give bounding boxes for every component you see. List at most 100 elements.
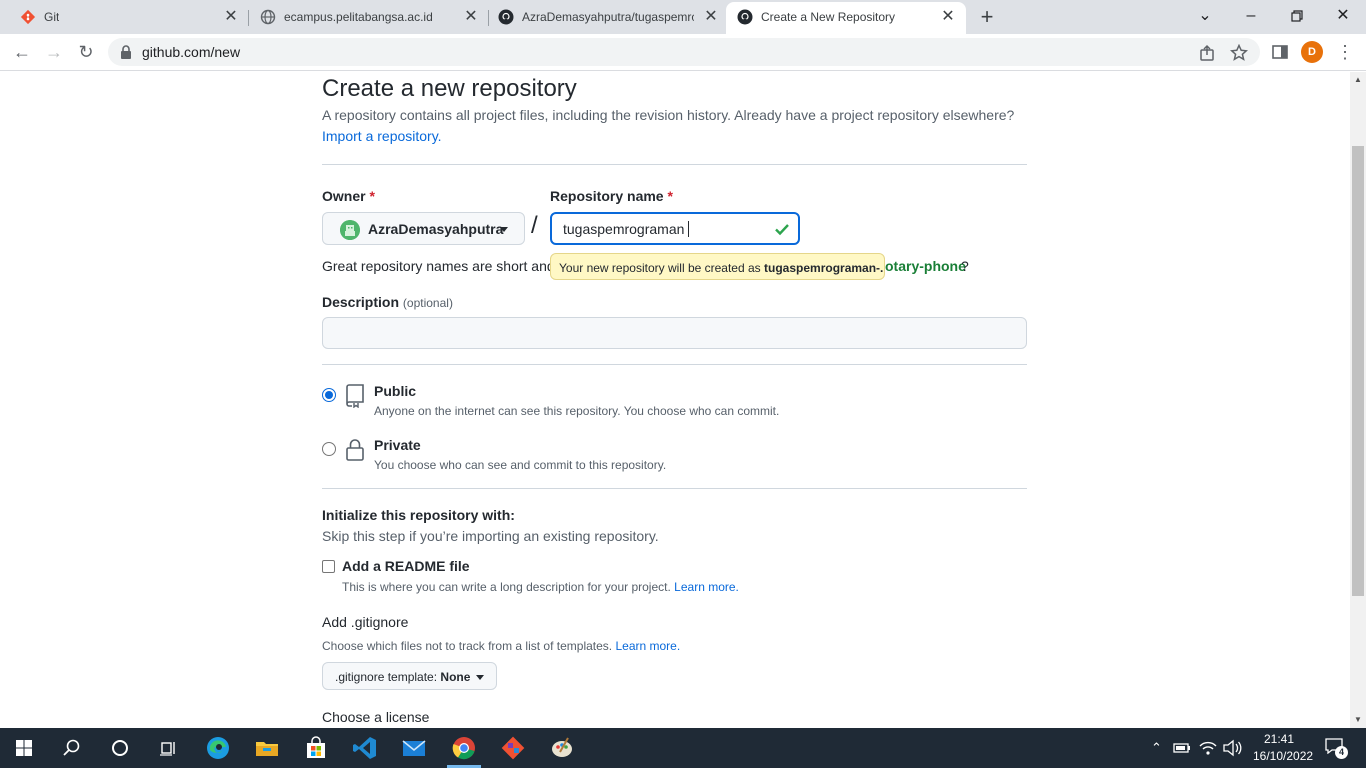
private-description: You choose who can see and commit to thi… xyxy=(374,458,667,472)
search-icon[interactable] xyxy=(58,734,86,762)
page-content: Create a new repository A repository con… xyxy=(0,72,1350,728)
import-repository-link[interactable]: Import a repository. xyxy=(322,128,442,144)
public-radio[interactable] xyxy=(322,388,336,402)
tab-new-repository[interactable]: Create a New Repository ✕ xyxy=(726,2,966,34)
caret-down-icon xyxy=(476,675,484,680)
side-panel-icon[interactable] xyxy=(1271,43,1289,61)
check-icon xyxy=(775,224,789,236)
tab-search-icon[interactable]: ⌄ xyxy=(1193,4,1217,28)
forward-button[interactable]: → xyxy=(42,40,66,64)
readme-label: Add a README file xyxy=(342,558,470,574)
private-radio[interactable] xyxy=(322,442,336,456)
address-bar[interactable]: github.com/new xyxy=(108,38,1260,66)
gitignore-template-select[interactable]: .gitignore template: None xyxy=(322,662,497,690)
name-suggestion: Great repository names are short and ota… xyxy=(322,258,969,274)
chrome-icon[interactable] xyxy=(450,734,478,762)
tab-github-repo[interactable]: AzraDemasyahputra/tugaspemrc ✕ xyxy=(478,0,726,34)
scroll-up-icon[interactable]: ▲ xyxy=(1354,76,1362,84)
repository-name-label: Repository name * xyxy=(550,188,673,204)
wifi-icon[interactable] xyxy=(1198,734,1218,762)
page-scrollbar[interactable]: ▲ ▼ xyxy=(1350,72,1366,728)
browser-toolbar: ← → ↻ github.com/new D ⋮ xyxy=(0,34,1366,71)
scroll-down-icon[interactable]: ▼ xyxy=(1354,716,1362,724)
owner-avatar xyxy=(340,220,360,240)
private-title: Private xyxy=(374,437,421,453)
gitignore-learn-more-link[interactable]: Learn more. xyxy=(615,639,680,653)
tab-ecampus[interactable]: ecampus.pelitabangsa.ac.id ✕ xyxy=(240,0,488,34)
required-mark: * xyxy=(667,188,673,204)
window-close-icon[interactable]: ✕ xyxy=(1331,4,1355,28)
repository-name-value: tugaspemrograman xyxy=(563,221,690,237)
github-icon xyxy=(498,9,514,25)
notification-badge: 4 xyxy=(1335,746,1348,759)
microsoft-store-icon[interactable] xyxy=(302,734,330,762)
divider xyxy=(322,364,1027,365)
git-gui-icon[interactable] xyxy=(499,734,527,762)
git-icon xyxy=(20,9,36,25)
edge-icon[interactable] xyxy=(204,734,232,762)
caret-down-icon xyxy=(500,227,508,232)
close-icon[interactable]: ✕ xyxy=(939,8,957,26)
windows-taskbar: ⌃ 21:41 16/10/2022 4 xyxy=(0,728,1366,768)
task-view-icon[interactable] xyxy=(154,734,182,762)
tab-git[interactable]: Git ✕ xyxy=(0,0,248,34)
share-icon[interactable] xyxy=(1198,44,1216,62)
restore-icon[interactable] xyxy=(1285,4,1309,28)
initialize-title: Initialize this repository with: xyxy=(322,507,515,523)
reload-button[interactable]: ↻ xyxy=(74,40,98,64)
owner-label: Owner * xyxy=(322,188,375,204)
owner-name: AzraDemasyahputra xyxy=(368,221,504,237)
divider xyxy=(322,488,1027,489)
description-input[interactable] xyxy=(322,317,1027,349)
back-button[interactable]: ← xyxy=(10,40,34,64)
tab-strip: Git ✕ ecampus.pelitabangsa.ac.id ✕ AzraD… xyxy=(0,0,1366,34)
tab-title: ecampus.pelitabangsa.ac.id xyxy=(284,10,433,24)
license-title: Choose a license xyxy=(322,709,430,725)
paint-icon[interactable] xyxy=(548,734,576,762)
text-cursor xyxy=(688,221,690,237)
repository-name-input[interactable]: tugaspemrograman xyxy=(550,212,800,245)
close-icon[interactable]: ✕ xyxy=(702,8,720,26)
tab-title: Git xyxy=(44,10,60,24)
show-hidden-icons[interactable]: ⌃ xyxy=(1151,740,1162,756)
readme-checkbox[interactable] xyxy=(322,560,335,573)
clock-date: 16/10/2022 xyxy=(1253,749,1314,763)
suggested-name-button[interactable]: otary-phone xyxy=(885,258,966,274)
readme-learn-more-link[interactable]: Learn more. xyxy=(674,580,739,594)
description-label: Description (optional) xyxy=(322,294,453,310)
globe-icon xyxy=(260,9,276,25)
repo-icon xyxy=(346,384,364,408)
profile-avatar[interactable]: D xyxy=(1301,41,1323,63)
page-lead: A repository contains all project files,… xyxy=(322,107,1015,123)
battery-icon[interactable] xyxy=(1172,734,1192,762)
github-icon xyxy=(737,9,753,25)
owner-select[interactable]: AzraDemasyahputra xyxy=(322,212,525,245)
close-icon[interactable]: ✕ xyxy=(222,8,240,26)
scroll-thumb[interactable] xyxy=(1352,146,1364,596)
url-text: github.com/new xyxy=(142,44,241,60)
tab-title: Create a New Repository xyxy=(761,10,896,24)
public-description: Anyone on the internet can see this repo… xyxy=(374,404,780,418)
clock-time: 21:41 xyxy=(1263,732,1295,746)
gitignore-note: Choose which files not to track from a l… xyxy=(322,639,681,653)
gitignore-title: Add .gitignore xyxy=(322,614,409,630)
minimize-icon[interactable]: – xyxy=(1239,4,1263,28)
cortana-icon[interactable] xyxy=(106,734,134,762)
mail-icon[interactable] xyxy=(400,734,428,762)
bookmark-star-icon[interactable] xyxy=(1230,44,1248,62)
volume-icon[interactable] xyxy=(1221,734,1243,762)
repository-name-tooltip: Your new repository will be created as t… xyxy=(550,253,885,280)
public-title: Public xyxy=(374,383,417,399)
new-tab-button[interactable]: + xyxy=(975,6,999,28)
initialize-subtitle: Skip this step if you’re importing an ex… xyxy=(322,528,659,544)
tab-title: AzraDemasyahputra/tugaspemrc xyxy=(522,10,694,24)
owner-repo-separator: / xyxy=(531,212,538,239)
menu-icon[interactable]: ⋮ xyxy=(1336,40,1354,64)
system-clock[interactable]: 21:41 16/10/2022 xyxy=(1253,731,1314,765)
windows-start-icon[interactable] xyxy=(10,734,38,762)
file-explorer-icon[interactable] xyxy=(253,734,281,762)
notification-center[interactable]: 4 xyxy=(1325,738,1348,759)
divider xyxy=(322,164,1027,165)
vs-code-icon[interactable] xyxy=(351,734,379,762)
page-title: Create a new repository xyxy=(322,75,577,102)
